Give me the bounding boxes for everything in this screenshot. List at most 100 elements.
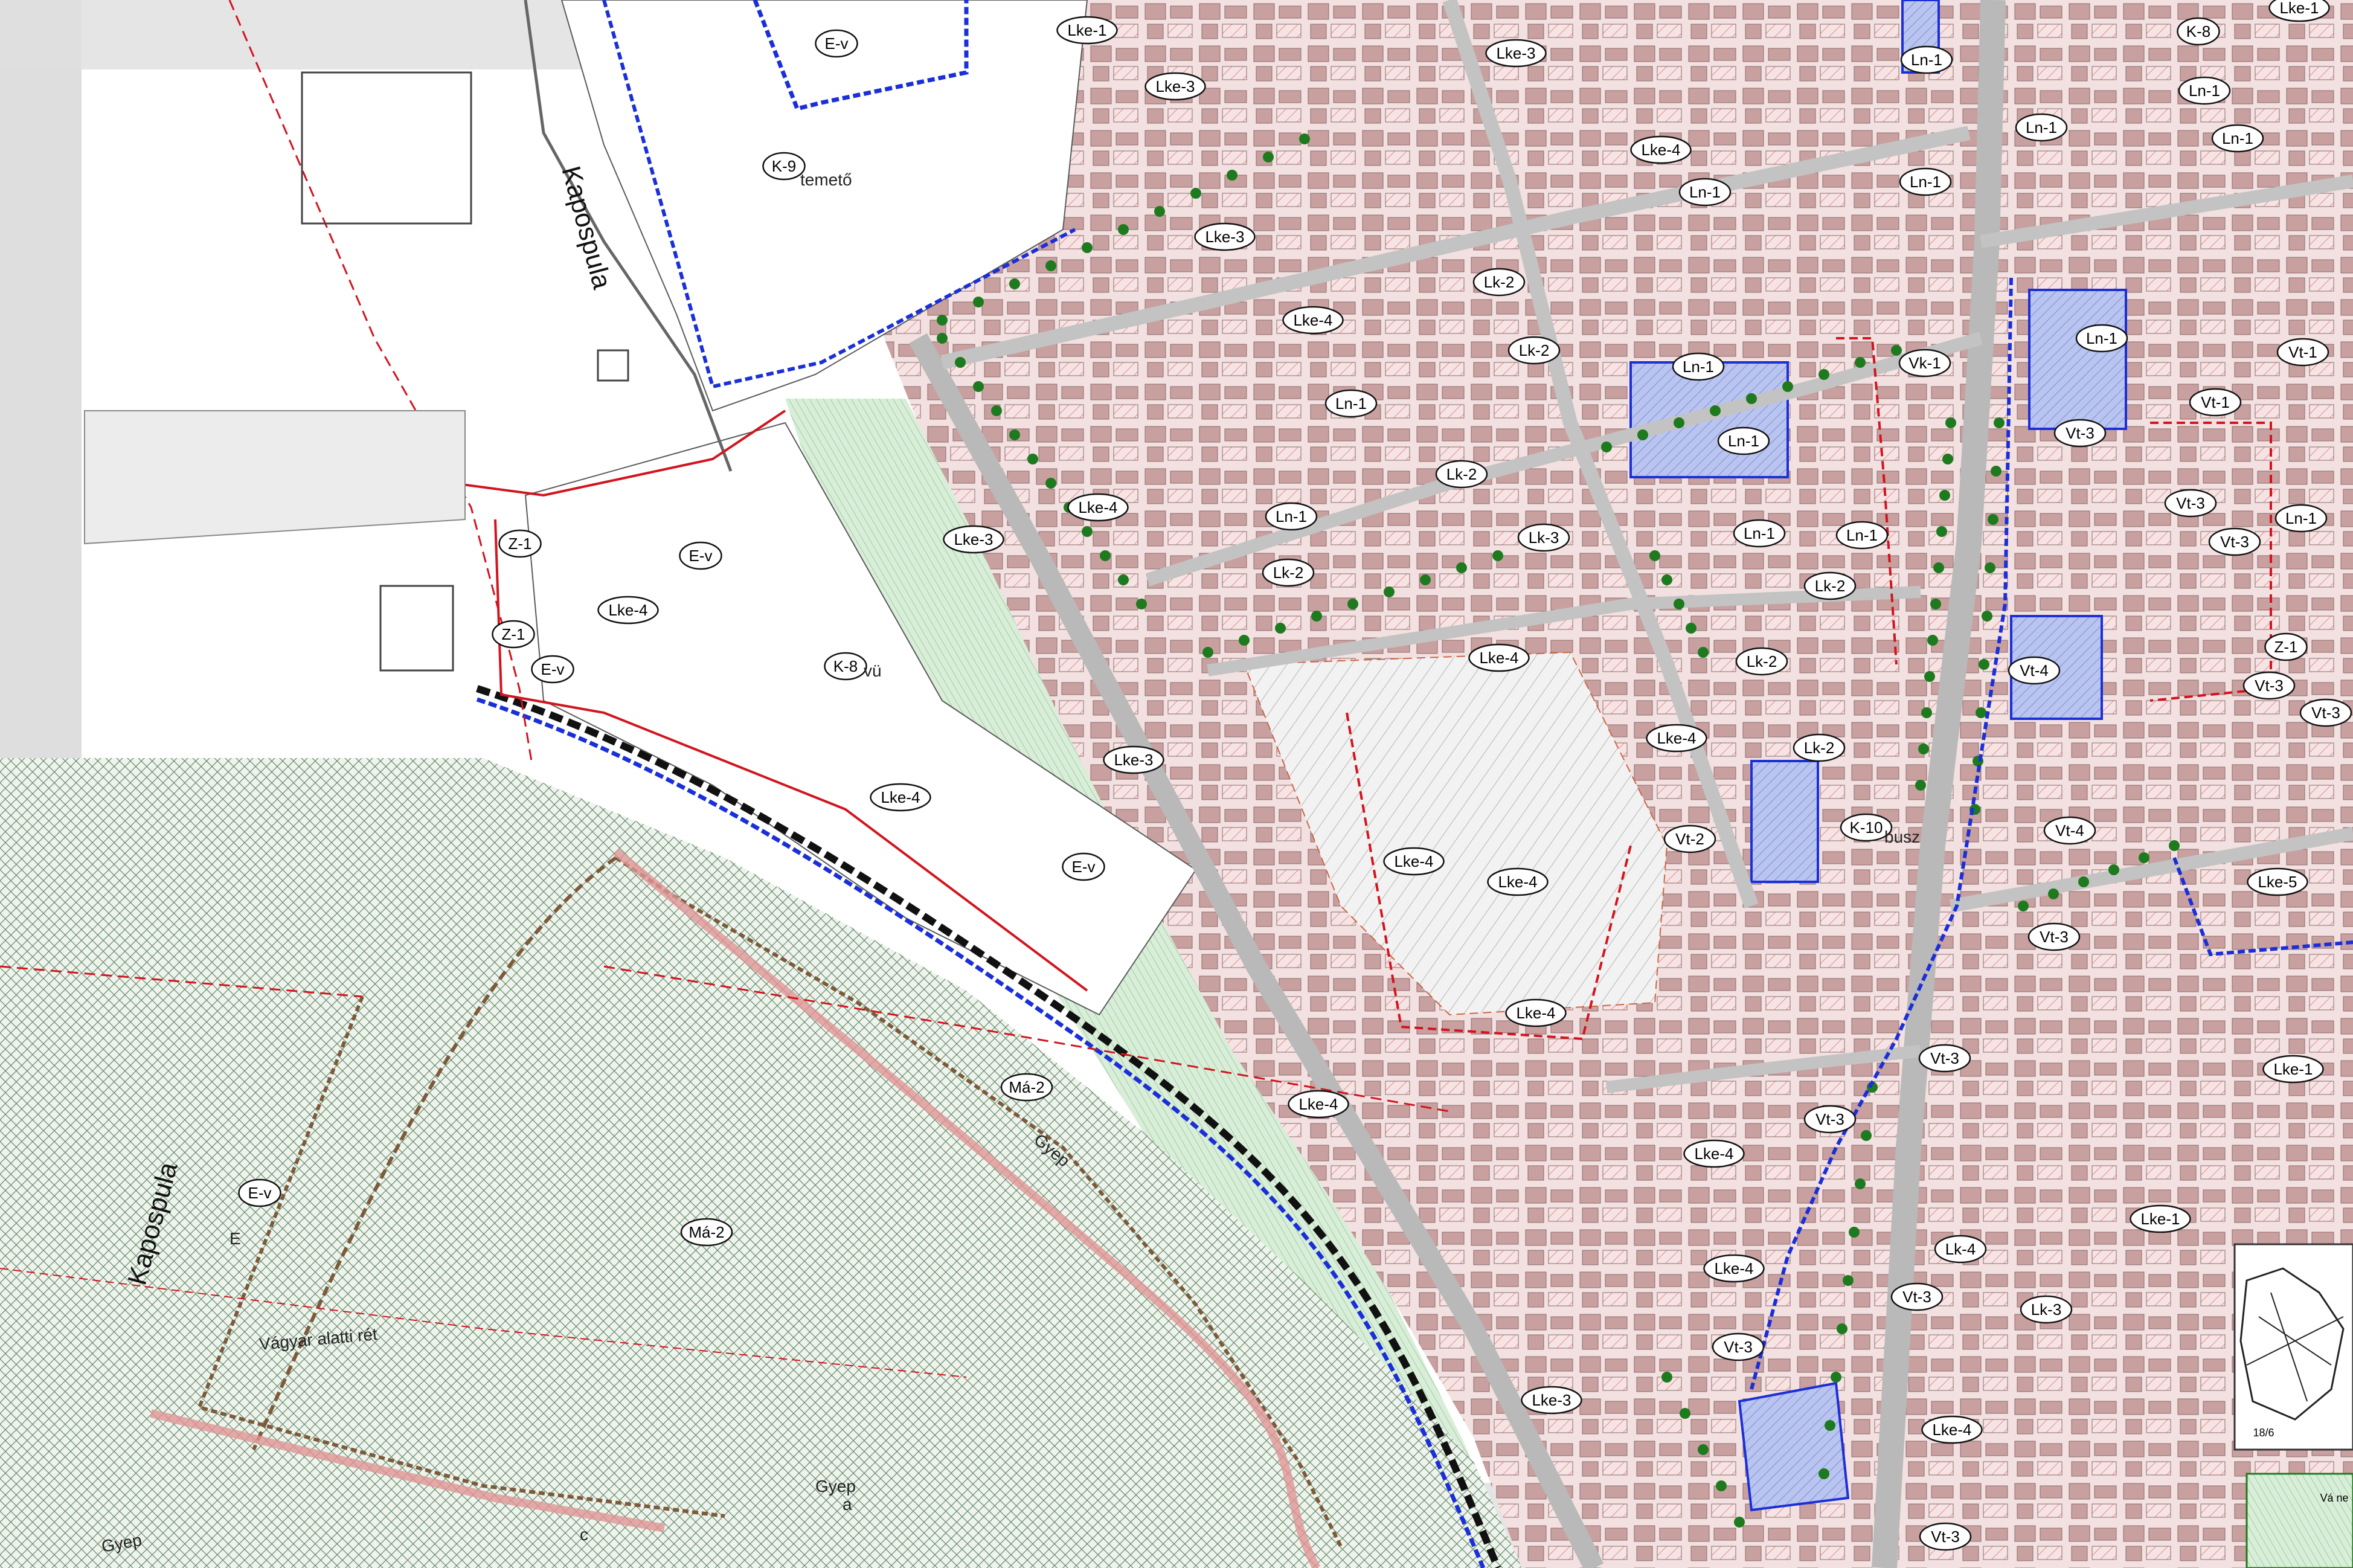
zone-label-lke-4: Lke-4 <box>1630 135 1692 164</box>
zone-label-ln-1: Ln-1 <box>1672 352 1725 381</box>
zone-label-vt-3: Vt-3 <box>2299 698 2352 727</box>
zone-label-lke-1: Lke-1 <box>2262 1055 2324 1084</box>
zone-label-lke-4: Lke-4 <box>1067 493 1129 522</box>
zone-label-z-1: Z-1 <box>492 620 535 649</box>
zone-label-text: Lke-3 <box>1532 1391 1571 1409</box>
zone-label-lke-4: Lke-4 <box>1646 724 1707 753</box>
zone-label-vt-3: Vt-3 <box>1803 1105 1857 1134</box>
zone-label-text: K-10 <box>1850 818 1883 837</box>
zone-label-text: Lk-3 <box>1529 529 1559 547</box>
zone-label-text: Lke-5 <box>2258 873 2297 891</box>
zone-label-ln-1: Ln-1 <box>1324 389 1378 418</box>
place-label-se-corner: Vá ne <box>2320 1492 2348 1504</box>
zone-label-má-2: Má-2 <box>1000 1073 1053 1102</box>
zone-label-ln-1: Ln-1 <box>2015 113 2068 142</box>
zone-label-vt-3: Vt-3 <box>1918 1044 1971 1073</box>
zone-label-ln-1: Ln-1 <box>1899 167 1952 196</box>
zone-label-lke-1: Lke-1 <box>1056 16 1118 45</box>
zone-label-e-v: E-v <box>531 655 574 684</box>
zone-label-vk-1: Vk-1 <box>1898 349 1951 378</box>
zone-label-text: Vt-3 <box>1815 1110 1844 1128</box>
place-label-gyep-2: Gyep <box>815 1477 856 1496</box>
regulation-plan-map: E-v K-9 Lke-1 Lke-3 Lke-3 Lke-4 Lke-3 Lke-4 Ln-1… <box>0 0 2353 1568</box>
zone-label-text: Ln-1 <box>1335 394 1367 413</box>
zone-label-lke-4: Lke-4 <box>1383 847 1445 876</box>
zone-label-lke-4: Lke-4 <box>1487 867 1549 896</box>
zone-label-text: Lke-4 <box>608 601 647 619</box>
zone-label-ln-1: Ln-1 <box>1678 178 1732 207</box>
zone-label-lk-2: Lk-2 <box>1472 268 1526 297</box>
blue-block-4 <box>1750 760 1819 883</box>
zone-label-text: Vt-3 <box>1930 1049 1959 1067</box>
zone-label-k-8: K-8 <box>2177 17 2220 46</box>
zone-label-lke-3: Lke-3 <box>1194 222 1256 251</box>
zone-label-text: Ln-1 <box>1683 358 1714 376</box>
zone-label-text: Vt-3 <box>2255 676 2284 695</box>
zone-label-text: Vt-3 <box>1902 1288 1931 1306</box>
zone-label-lk-2: Lk-2 <box>1803 571 1857 600</box>
grey-plot-left <box>84 410 466 545</box>
zone-label-text: Lke-3 <box>1496 44 1535 62</box>
zone-label-text: Vt-3 <box>1724 1338 1753 1356</box>
zone-label-text: Lk-2 <box>1804 739 1835 757</box>
zone-label-vt-3: Vt-3 <box>2164 489 2217 518</box>
zone-label-text: Vk-1 <box>1908 354 1941 372</box>
zone-label-k-8: K-8 <box>824 652 867 681</box>
zone-label-text: E-v <box>248 1184 272 1202</box>
place-label-c-mark: c <box>580 1525 588 1544</box>
zone-label-lke-4: Lke-4 <box>1282 306 1344 335</box>
zone-label-text: K-8 <box>2186 22 2210 40</box>
zone-label-lke-1: Lke-1 <box>2268 0 2330 22</box>
zone-label-text: Lke-1 <box>2279 0 2319 17</box>
zone-label-lk-2: Lk-2 <box>1793 733 1846 762</box>
zone-label-lk-3: Lk-3 <box>1517 523 1570 552</box>
blue-block-2 <box>2028 289 2127 430</box>
zone-label-text: Lke-4 <box>1714 1259 1753 1277</box>
zone-label-text: Vt-2 <box>1675 830 1704 848</box>
zone-label-text: Lke-4 <box>1694 1145 1733 1163</box>
zone-label-lke-4: Lke-4 <box>1703 1254 1765 1283</box>
zone-label-text: Lke-3 <box>1205 228 1244 246</box>
zone-label-vt-4: Vt-4 <box>2043 816 2096 845</box>
zone-label-ln-1: Ln-1 <box>1717 426 1770 455</box>
zone-label-vt-3: Vt-3 <box>2242 671 2296 700</box>
zone-label-k-9: K-9 <box>762 152 806 181</box>
zone-label-text: Z-1 <box>502 625 525 643</box>
zone-label-ln-1: Ln-1 <box>2075 324 2128 353</box>
zone-label-text: K-8 <box>833 657 858 675</box>
zone-label-má-2: Má-2 <box>680 1218 733 1247</box>
zone-label-text: K-9 <box>772 157 796 175</box>
zone-label-text: E-v <box>541 660 565 678</box>
zone-label-lk-2: Lk-2 <box>1507 336 1561 365</box>
place-label-temeto: temető <box>800 170 852 189</box>
zone-label-text: Z-1 <box>2274 638 2298 656</box>
zone-label-text: Lk-2 <box>1815 577 1846 595</box>
place-label-se-corner-2: 18/6 <box>2253 1427 2274 1439</box>
zone-label-text: Vt-4 <box>2020 661 2049 680</box>
zone-label-text: Vt-3 <box>2066 424 2095 442</box>
zone-label-text: E-v <box>1072 858 1096 876</box>
zone-label-vt-3: Vt-3 <box>1919 1522 1972 1551</box>
zone-label-lke-3: Lke-3 <box>1485 39 1547 68</box>
zone-label-vt-1: Vt-1 <box>2189 388 2242 417</box>
zone-label-text: Ln-1 <box>2189 82 2220 100</box>
zone-label-e-v: E-v <box>679 541 722 570</box>
zone-label-lke-3: Lke-3 <box>1144 72 1206 101</box>
zone-label-text: Lke-4 <box>1394 852 1433 870</box>
zone-label-text: Lk-2 <box>1484 273 1515 291</box>
zone-label-text: Ln-1 <box>1846 526 1878 544</box>
zone-label-text: Vt-3 <box>2311 704 2340 722</box>
zone-label-lke-3: Lke-3 <box>943 525 1004 554</box>
zone-label-text: Lke-1 <box>1067 21 1106 39</box>
zone-label-vt-3: Vt-3 <box>2027 922 2081 951</box>
zone-label-text: Lke-4 <box>881 788 920 806</box>
zone-label-text: Vt-1 <box>2201 393 2230 411</box>
zone-label-text: Má-2 <box>1009 1078 1044 1096</box>
zone-label-text: E-v <box>825 34 849 53</box>
zone-label-text: Lke-1 <box>2273 1060 2313 1078</box>
zone-label-text: Ln-1 <box>1910 173 1941 191</box>
zone-label-text: Lke-4 <box>1479 649 1518 667</box>
inset-locator-map <box>2233 1243 2353 1451</box>
place-label-vu: vü <box>864 661 882 680</box>
zone-label-text: Má-2 <box>689 1223 724 1241</box>
